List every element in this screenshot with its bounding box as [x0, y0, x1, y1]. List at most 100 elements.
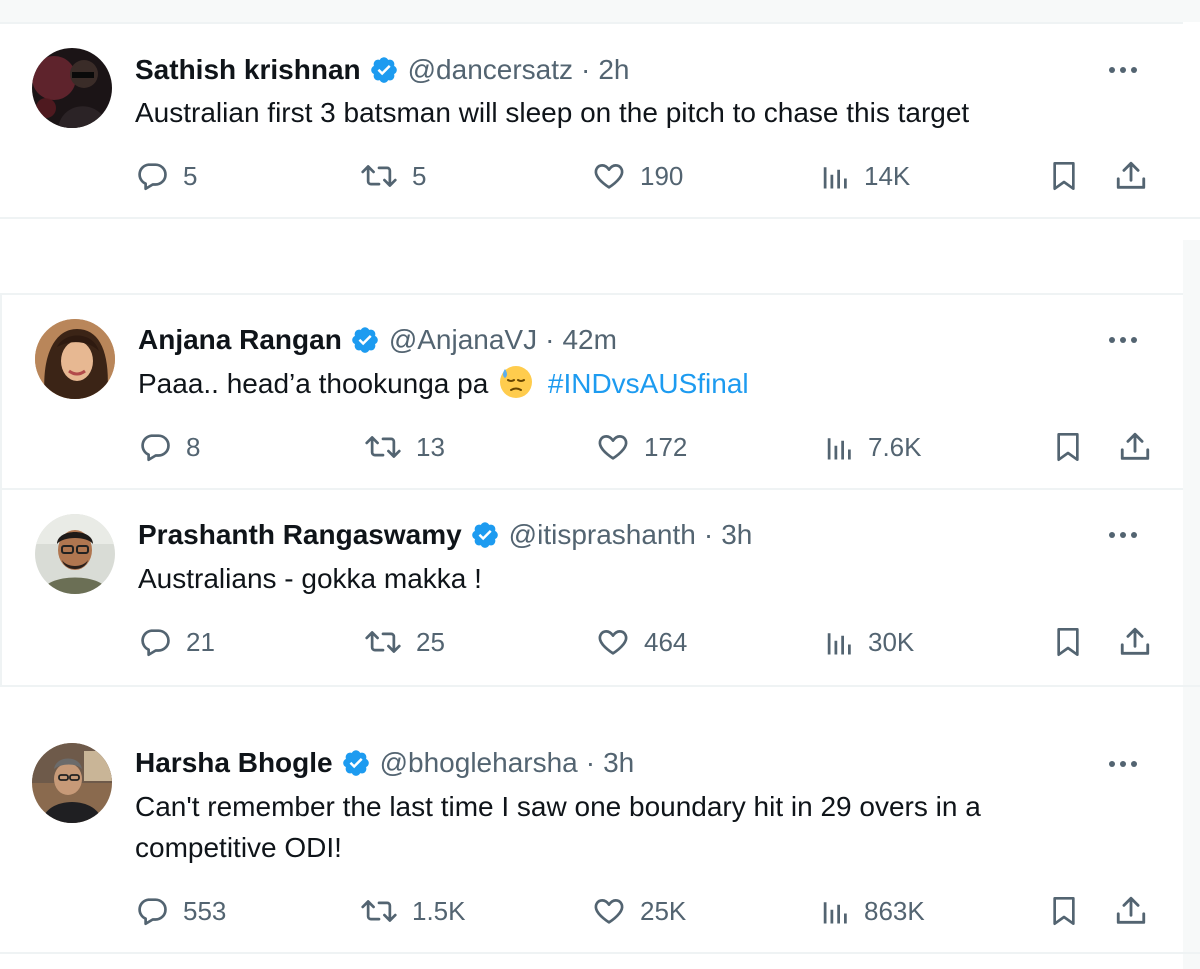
retweet-button[interactable]: 5	[360, 156, 426, 196]
tweet-header: Prashanth Rangaswamy @itisprashanth · 3h	[138, 518, 752, 552]
tweet-text: Australians - gokka makka !	[138, 563, 482, 594]
retweet-button[interactable]: 25	[364, 622, 445, 662]
retweet-icon	[364, 625, 402, 659]
tweet-actions: 553 1.5K 25K 863K	[0, 891, 1200, 931]
timestamp[interactable]: 42m	[562, 323, 616, 357]
reply-icon	[138, 430, 172, 464]
more-options-icon[interactable]	[1105, 752, 1141, 776]
like-count: 25K	[640, 895, 687, 926]
bookmark-icon	[1048, 894, 1080, 928]
reply-count: 8	[186, 431, 201, 462]
divider	[0, 217, 1200, 219]
retweet-button[interactable]: 13	[364, 427, 445, 467]
share-button[interactable]	[1114, 156, 1148, 196]
tweet-actions: 5 5 190 14K	[0, 156, 1200, 196]
author-handle[interactable]: @AnjanaVJ	[389, 323, 537, 357]
hashtag-link[interactable]: #INDvsAUSfinal	[548, 368, 749, 399]
timestamp[interactable]: 3h	[603, 746, 634, 780]
retweet-count: 1.5K	[412, 895, 466, 926]
tweet-card[interactable]: Sathish krishnan @dancersatz · 2h Austra…	[0, 22, 1183, 217]
bookmark-button[interactable]	[1052, 622, 1084, 662]
bookmark-button[interactable]	[1052, 427, 1084, 467]
avatar[interactable]	[32, 743, 112, 823]
like-count: 190	[640, 160, 684, 191]
bookmark-icon	[1048, 159, 1080, 193]
views-button[interactable]: 30K	[824, 622, 914, 662]
bookmark-button[interactable]	[1048, 891, 1080, 931]
author-name[interactable]: Prashanth Rangaswamy	[138, 518, 462, 552]
author-name[interactable]: Sathish krishnan	[135, 53, 361, 87]
author-handle[interactable]: @bhogleharsha	[380, 746, 578, 780]
reply-icon	[138, 625, 172, 659]
tweet-text-line: competitive ODI!	[135, 832, 342, 863]
retweet-icon	[360, 159, 398, 193]
reply-button[interactable]: 5	[135, 156, 197, 196]
timestamp[interactable]: 2h	[598, 53, 629, 87]
downcast-face-with-sweat-icon	[498, 363, 534, 410]
tweet-text: Can't remember the last time I saw one b…	[135, 786, 1115, 868]
retweet-count: 25	[416, 626, 445, 657]
separator-dot: ·	[581, 54, 591, 85]
views-icon	[824, 432, 854, 462]
heart-icon	[596, 430, 630, 464]
retweet-icon	[360, 894, 398, 928]
share-button[interactable]	[1118, 622, 1152, 662]
more-options-icon[interactable]	[1105, 523, 1141, 547]
tweet-header: Sathish krishnan @dancersatz · 2h	[135, 53, 630, 87]
author-name[interactable]: Harsha Bhogle	[135, 746, 333, 780]
heart-icon	[592, 159, 626, 193]
tweet-card[interactable]: Prashanth Rangaswamy @itisprashanth · 3h…	[0, 488, 1183, 685]
retweet-icon	[364, 430, 402, 464]
reply-count: 553	[183, 895, 227, 926]
reply-button[interactable]: 553	[135, 891, 226, 931]
tweet-actions: 21 25 464 30K	[2, 622, 1200, 662]
more-options-icon[interactable]	[1105, 328, 1141, 352]
verified-badge-icon	[341, 748, 371, 778]
like-button[interactable]: 172	[596, 427, 687, 467]
author-handle[interactable]: @dancersatz	[408, 53, 573, 87]
retweet-button[interactable]: 1.5K	[360, 891, 466, 931]
views-count: 14K	[864, 160, 911, 191]
views-icon	[820, 896, 850, 926]
separator-dot: ·	[545, 324, 555, 355]
views-icon	[824, 627, 854, 657]
views-count: 7.6K	[868, 431, 922, 462]
reply-button[interactable]: 21	[138, 622, 215, 662]
timestamp[interactable]: 3h	[721, 518, 752, 552]
avatar[interactable]	[35, 319, 115, 399]
views-button[interactable]: 863K	[820, 891, 925, 931]
bookmark-button[interactable]	[1048, 156, 1080, 196]
share-icon	[1118, 430, 1152, 464]
divider	[1183, 240, 1200, 969]
share-button[interactable]	[1118, 427, 1152, 467]
author-handle[interactable]: @itisprashanth	[509, 518, 696, 552]
tweet-text: Paaa.. head’a thookunga pa #INDvsAUSfina…	[138, 363, 1118, 410]
like-button[interactable]: 190	[592, 156, 683, 196]
views-count: 30K	[868, 626, 915, 657]
verified-badge-icon	[369, 55, 399, 85]
reply-count: 5	[183, 160, 198, 191]
like-button[interactable]: 464	[596, 622, 687, 662]
share-button[interactable]	[1114, 891, 1148, 931]
views-button[interactable]: 7.6K	[824, 427, 922, 467]
views-count: 863K	[864, 895, 925, 926]
like-button[interactable]: 25K	[592, 891, 686, 931]
reply-icon	[135, 894, 169, 928]
tweet-card[interactable]: Harsha Bhogle @bhogleharsha · 3h Can't r…	[0, 720, 1183, 952]
tweet-card[interactable]: Anjana Rangan @AnjanaVJ · 42m Paaa.. hea…	[0, 293, 1183, 488]
separator-dot: ·	[585, 747, 596, 778]
avatar[interactable]	[32, 48, 112, 128]
verified-badge-icon	[470, 520, 500, 550]
author-name[interactable]: Anjana Rangan	[138, 323, 342, 357]
reply-count: 21	[186, 626, 215, 657]
divider	[0, 0, 1200, 22]
avatar[interactable]	[35, 514, 115, 594]
like-count: 464	[644, 626, 688, 657]
reply-button[interactable]: 8	[138, 427, 200, 467]
tweet-actions: 8 13 172 7.6K	[2, 427, 1200, 467]
views-button[interactable]: 14K	[820, 156, 910, 196]
more-options-icon[interactable]	[1105, 58, 1141, 82]
tweet-header: Anjana Rangan @AnjanaVJ · 42m	[138, 323, 617, 357]
retweet-count: 13	[416, 431, 445, 462]
bookmark-icon	[1052, 625, 1084, 659]
